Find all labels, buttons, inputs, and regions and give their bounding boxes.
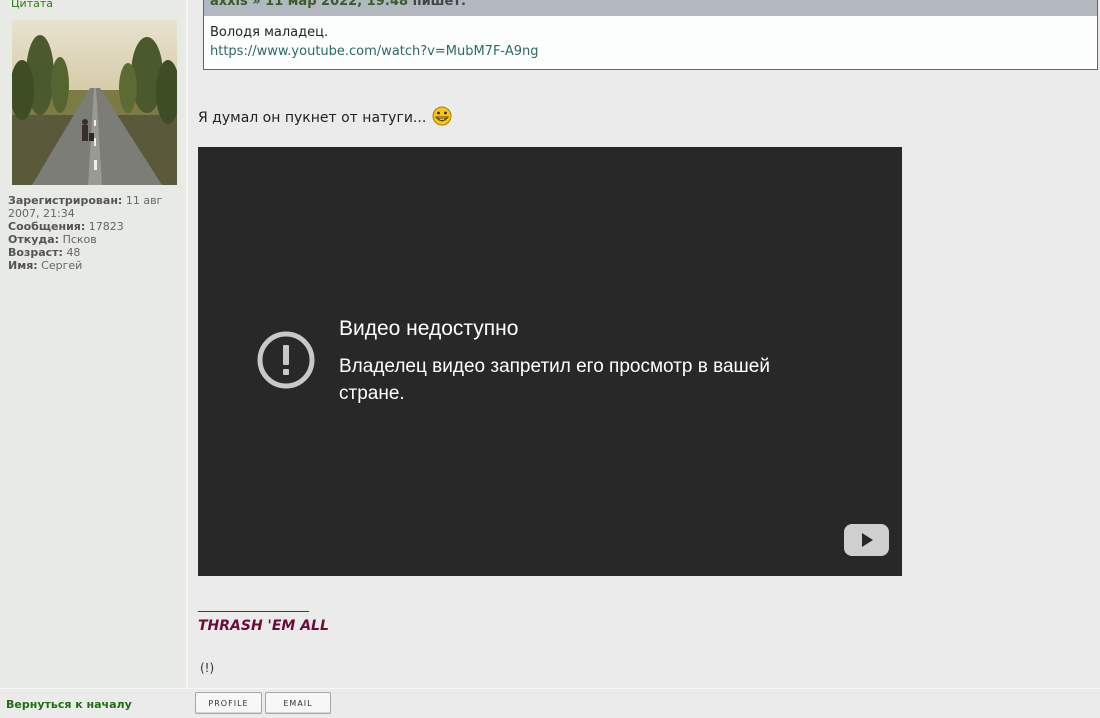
report-post-link[interactable]: (!) xyxy=(200,661,214,675)
quote-author: axxis » 11 мар 2022, 19:48 xyxy=(210,0,409,9)
age-value: 48 xyxy=(66,246,81,259)
quote-block: axxis » 11 мар 2022, 19:48 пишет: Володя… xyxy=(203,0,1098,70)
email-button[interactable]: EMAIL xyxy=(265,692,331,714)
profile-info: Зарегистрирован: 11 авг 2007, 21:34 Сооб… xyxy=(8,194,180,272)
post-body: axxis » 11 мар 2022, 19:48 пишет: Володя… xyxy=(188,0,1100,688)
youtube-icon[interactable] xyxy=(844,524,889,560)
post-text: Я думал он пукнет от натуги... xyxy=(198,110,427,126)
post-footer: Вернуться к началу PROFILE EMAIL xyxy=(0,688,1100,718)
messages-value: 17823 xyxy=(88,220,124,233)
from-value: Псков xyxy=(62,233,97,246)
name-value: Сергей xyxy=(41,259,83,272)
embedded-video-player[interactable]: Видео недоступно Владелец видео запретил… xyxy=(198,147,902,576)
quote-header: axxis » 11 мар 2022, 19:48 пишет: xyxy=(204,0,1097,16)
quote-text: Володя маладец. xyxy=(210,25,329,40)
profile-button[interactable]: PROFILE xyxy=(195,692,262,714)
quote-wrote: пишет: xyxy=(412,0,467,9)
video-error-message: Владелец видео запретил его просмотр в в… xyxy=(339,356,770,404)
alert-circle-icon xyxy=(256,330,316,394)
signature-separator: ____________________ xyxy=(198,598,309,613)
video-error-title: Видео недоступно xyxy=(339,317,519,340)
avatar xyxy=(12,20,177,185)
quote-url[interactable]: https://www.youtube.com/watch?v=MubM7F-A… xyxy=(210,44,539,59)
grin-smiley-icon xyxy=(432,106,452,130)
quote-body: Володя маладец. https://www.youtube.com/… xyxy=(204,16,1097,61)
signature-text: THRASH 'EM ALL xyxy=(198,618,329,634)
messages-label: Сообщения: xyxy=(8,220,86,233)
age-label: Возраст: xyxy=(8,246,63,259)
registered-label: Зарегистрирован: xyxy=(8,194,123,207)
author-profile-column: Цитата Зарегистрирован: 11 авг 2007, 21:… xyxy=(0,0,188,688)
post-message: Я думал он пукнет от натуги... xyxy=(198,106,452,130)
quote-link[interactable]: Цитата xyxy=(11,0,53,10)
from-label: Откуда: xyxy=(8,233,60,246)
name-label: Имя: xyxy=(8,259,38,272)
back-to-top-link[interactable]: Вернуться к началу xyxy=(6,698,132,711)
